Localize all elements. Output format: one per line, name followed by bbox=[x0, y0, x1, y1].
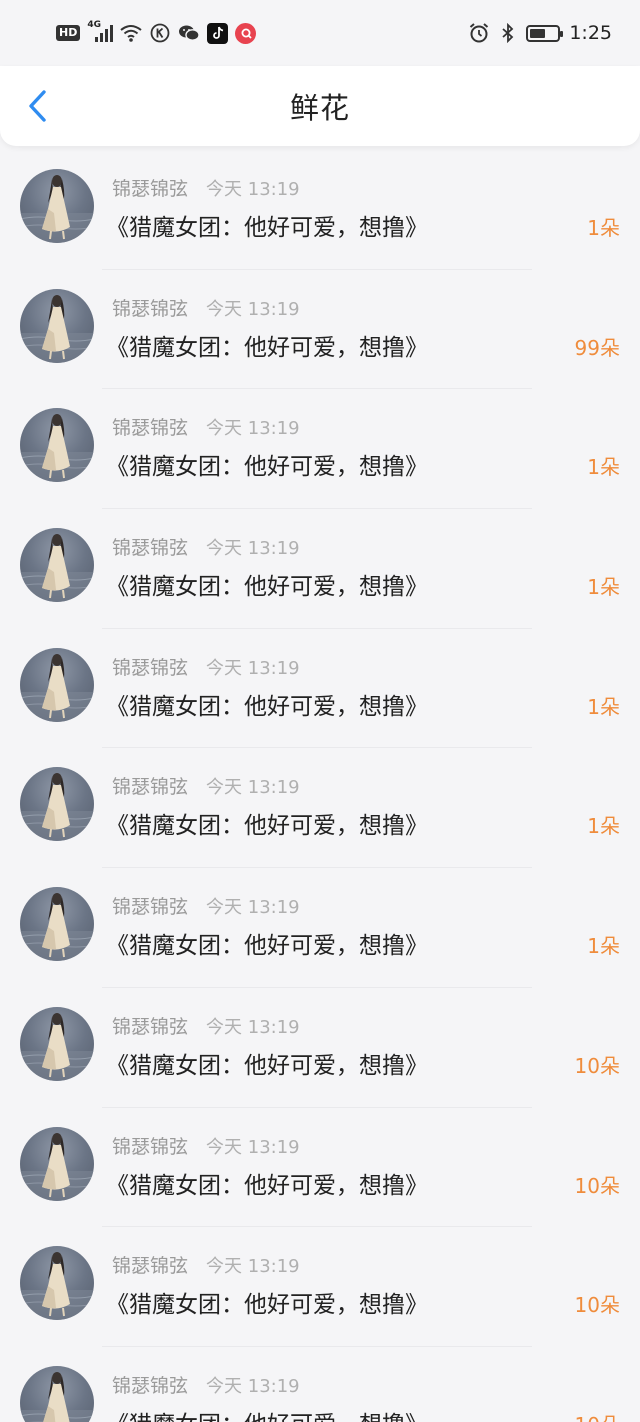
row-meta: 锦瑟锦弦 今天 13:19 bbox=[112, 294, 300, 321]
list-item[interactable]: 锦瑟锦弦 今天 13:19 《猎魔女团：他好可爱，想撸》 10朵 bbox=[0, 1227, 640, 1347]
alarm-icon bbox=[468, 22, 490, 44]
row-meta: 锦瑟锦弦 今天 13:19 bbox=[112, 533, 300, 560]
row-meta: 锦瑟锦弦 今天 13:19 bbox=[112, 174, 300, 201]
avatar[interactable] bbox=[20, 647, 94, 722]
book-title[interactable]: 《猎魔女团：他好可爱，想撸》 bbox=[106, 926, 428, 960]
username[interactable]: 锦瑟锦弦 bbox=[112, 1012, 188, 1039]
status-right: 1:25 bbox=[468, 22, 612, 44]
book-title[interactable]: 《猎魔女团：他好可爱，想撸》 bbox=[106, 1046, 428, 1080]
book-title[interactable]: 《猎魔女团：他好可爱，想撸》 bbox=[106, 1166, 428, 1200]
timestamp: 今天 13:19 bbox=[206, 657, 300, 679]
timestamp: 今天 13:19 bbox=[206, 1256, 300, 1278]
username[interactable]: 锦瑟锦弦 bbox=[112, 1251, 188, 1278]
battery-icon bbox=[526, 24, 564, 42]
page: HD 4G 1:25 鲜花 锦瑟锦弦 今天 13:19 《猎魔女团：他好可爱，想… bbox=[0, 0, 640, 1422]
book-title[interactable]: 《猎魔女团：他好可爱，想撸》 bbox=[106, 687, 428, 721]
avatar[interactable] bbox=[20, 1126, 94, 1201]
row-meta: 锦瑟锦弦 今天 13:19 bbox=[112, 1251, 300, 1278]
book-title[interactable]: 《猎魔女团：他好可爱，想撸》 bbox=[106, 328, 428, 362]
book-title[interactable]: 《猎魔女团：他好可爱，想撸》 bbox=[106, 447, 428, 481]
list-item[interactable]: 锦瑟锦弦 今天 13:19 《猎魔女团：他好可爱，想撸》 1朵 bbox=[0, 509, 640, 629]
username[interactable]: 锦瑟锦弦 bbox=[112, 533, 188, 560]
book-title[interactable]: 《猎魔女团：他好可爱，想撸》 bbox=[106, 1405, 428, 1422]
flower-list: 锦瑟锦弦 今天 13:19 《猎魔女团：他好可爱，想撸》 1朵 锦瑟锦弦 今天 … bbox=[0, 150, 640, 1422]
flower-count: 1朵 bbox=[587, 455, 620, 480]
row-meta: 锦瑟锦弦 今天 13:19 bbox=[112, 1012, 300, 1039]
list-item[interactable]: 锦瑟锦弦 今天 13:19 《猎魔女团：他好可爱，想撸》 1朵 bbox=[0, 748, 640, 869]
book-title[interactable]: 《猎魔女团：他好可爱，想撸》 bbox=[106, 567, 428, 601]
username[interactable]: 锦瑟锦弦 bbox=[112, 174, 188, 201]
wifi-icon bbox=[120, 22, 142, 44]
row-meta: 锦瑟锦弦 今天 13:19 bbox=[112, 772, 300, 799]
avatar[interactable] bbox=[20, 288, 94, 363]
username[interactable]: 锦瑟锦弦 bbox=[112, 772, 188, 799]
timestamp: 今天 13:19 bbox=[206, 777, 300, 799]
flower-count: 1朵 bbox=[587, 694, 620, 719]
flower-count: 10朵 bbox=[574, 1173, 620, 1198]
list-item[interactable]: 锦瑟锦弦 今天 13:19 《猎魔女团：他好可爱，想撸》 1朵 bbox=[0, 868, 640, 988]
timestamp: 今天 13:19 bbox=[206, 897, 300, 919]
list-item[interactable]: 锦瑟锦弦 今天 13:19 《猎魔女团：他好可爱，想撸》 10朵 bbox=[0, 988, 640, 1108]
page-title: 鲜花 bbox=[289, 91, 350, 125]
list-item[interactable]: 锦瑟锦弦 今天 13:19 《猎魔女团：他好可爱，想撸》 99朵 bbox=[0, 270, 640, 390]
timestamp: 今天 13:19 bbox=[206, 298, 300, 320]
k-app-icon bbox=[149, 22, 171, 44]
username[interactable]: 锦瑟锦弦 bbox=[112, 892, 188, 919]
chevron-left-icon bbox=[29, 90, 46, 122]
avatar[interactable] bbox=[20, 1006, 94, 1081]
row-meta: 锦瑟锦弦 今天 13:19 bbox=[112, 1132, 300, 1159]
timestamp: 今天 13:19 bbox=[206, 179, 300, 200]
book-title[interactable]: 《猎魔女团：他好可爱，想撸》 bbox=[106, 1285, 428, 1319]
list-item[interactable]: 锦瑟锦弦 今天 13:19 《猎魔女团：他好可爱，想撸》 10朵 bbox=[0, 1347, 640, 1422]
row-meta: 锦瑟锦弦 今天 13:19 bbox=[112, 653, 300, 680]
status-time: 1:25 bbox=[569, 22, 612, 44]
avatar[interactable] bbox=[20, 1365, 94, 1422]
bluetooth-icon bbox=[497, 22, 519, 44]
wechat-icon bbox=[178, 22, 201, 44]
status-bar: HD 4G 1:25 bbox=[0, 0, 640, 66]
flower-count: 10朵 bbox=[575, 1409, 620, 1422]
avatar[interactable] bbox=[20, 169, 94, 243]
hd-badge: HD bbox=[56, 25, 81, 41]
flower-count: 10朵 bbox=[574, 1293, 620, 1318]
list-item[interactable]: 锦瑟锦弦 今天 13:19 《猎魔女团：他好可爱，想撸》 1朵 bbox=[0, 150, 640, 270]
username[interactable]: 锦瑟锦弦 bbox=[112, 294, 188, 321]
flower-count: 99朵 bbox=[574, 335, 620, 360]
tiktok-icon bbox=[207, 22, 229, 44]
battery-fill bbox=[530, 28, 545, 38]
username[interactable]: 锦瑟锦弦 bbox=[112, 413, 188, 440]
avatar[interactable] bbox=[20, 408, 94, 483]
row-meta: 锦瑟锦弦 今天 13:19 bbox=[112, 892, 300, 919]
list-item[interactable]: 锦瑟锦弦 今天 13:19 《猎魔女团：他好可爱，想撸》 1朵 bbox=[0, 629, 640, 749]
username[interactable]: 锦瑟锦弦 bbox=[112, 653, 188, 680]
list-item[interactable]: 锦瑟锦弦 今天 13:19 《猎魔女团：他好可爱，想撸》 10朵 bbox=[0, 1108, 640, 1228]
flower-count: 1朵 bbox=[587, 216, 620, 240]
book-title[interactable]: 《猎魔女团：他好可爱，想撸》 bbox=[106, 806, 428, 840]
avatar[interactable] bbox=[20, 767, 94, 842]
flower-count: 1朵 bbox=[587, 575, 620, 600]
status-left: HD 4G bbox=[56, 20, 257, 44]
flower-count: 1朵 bbox=[587, 934, 620, 959]
app-header: 鲜花 bbox=[0, 66, 640, 146]
red-app-icon bbox=[235, 22, 257, 44]
username[interactable]: 锦瑟锦弦 bbox=[112, 1132, 188, 1159]
network-type: 4G bbox=[87, 20, 101, 30]
username[interactable]: 锦瑟锦弦 bbox=[112, 1371, 188, 1398]
timestamp: 今天 13:19 bbox=[206, 1016, 300, 1038]
row-meta: 锦瑟锦弦 今天 13:19 bbox=[112, 413, 300, 440]
timestamp: 今天 13:19 bbox=[206, 538, 300, 560]
book-title[interactable]: 《猎魔女团：他好可爱，想撸》 bbox=[106, 208, 428, 242]
flower-count: 10朵 bbox=[574, 1053, 620, 1078]
timestamp: 今天 13:19 bbox=[206, 1136, 300, 1158]
timestamp: 今天 13:19 bbox=[206, 418, 300, 440]
avatar[interactable] bbox=[20, 887, 94, 962]
list-item[interactable]: 锦瑟锦弦 今天 13:19 《猎魔女团：他好可爱，想撸》 1朵 bbox=[0, 389, 640, 510]
timestamp: 今天 13:19 bbox=[206, 1375, 300, 1397]
back-button[interactable] bbox=[18, 86, 58, 126]
flower-count: 1朵 bbox=[587, 814, 620, 839]
avatar[interactable] bbox=[20, 1246, 94, 1321]
avatar[interactable] bbox=[20, 528, 94, 603]
row-meta: 锦瑟锦弦 今天 13:19 bbox=[112, 1371, 300, 1398]
cellular-signal-icon: 4G bbox=[87, 20, 114, 42]
